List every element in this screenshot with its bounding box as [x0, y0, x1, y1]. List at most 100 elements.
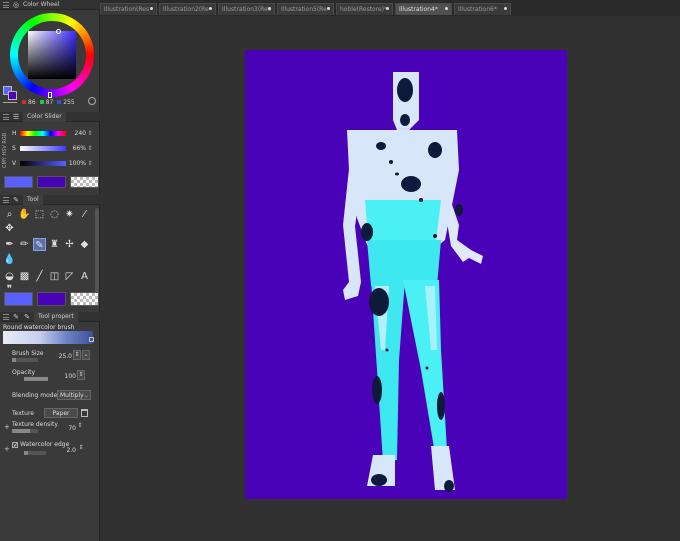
- watercolor-edge-bar[interactable]: [24, 451, 46, 455]
- color-wheel-header[interactable]: ◎ Color Wheel: [0, 0, 100, 10]
- lasso-tool-icon[interactable]: ◌: [48, 208, 61, 221]
- figure-spot: [385, 348, 389, 352]
- frame-tool-icon[interactable]: ◫: [48, 270, 61, 283]
- transparent-swatch-icon[interactable]: [3, 99, 17, 103]
- main-color-swatch[interactable]: [4, 176, 33, 188]
- text-tool-icon[interactable]: A: [78, 270, 91, 283]
- figure-tool-icon[interactable]: ╱: [33, 270, 46, 283]
- trash-icon[interactable]: [81, 409, 88, 417]
- blending-mode-label: Blending mode: [12, 392, 58, 399]
- saturation-spin-icon[interactable]: ⇕: [86, 145, 94, 152]
- brush-size-dropdown-icon[interactable]: ⌄: [82, 350, 90, 360]
- blending-mode-select[interactable]: Multiply ⌄: [57, 390, 91, 400]
- gradient-tool-icon[interactable]: ▩: [18, 270, 31, 283]
- move-tool-icon[interactable]: ✥: [3, 222, 16, 235]
- color-slider-header[interactable]: ☰ Color Slider: [0, 111, 100, 122]
- pencil-tool-icon[interactable]: ✏: [18, 238, 31, 251]
- tab-close-icon[interactable]: [504, 7, 507, 10]
- brush-size-value[interactable]: 25.0: [48, 353, 72, 360]
- tool-main-color-swatch[interactable]: [4, 292, 33, 306]
- transparent-color-swatch[interactable]: [70, 176, 99, 188]
- value-slider-row[interactable]: V 100% ⇕: [12, 158, 100, 168]
- wrench-icon[interactable]: [89, 337, 94, 342]
- panel-grip-icon[interactable]: [3, 196, 9, 203]
- subtool-icon[interactable]: ✎: [23, 313, 31, 321]
- brush-size-spin-icon[interactable]: ⇕: [73, 350, 81, 360]
- tool-sub-color-swatch[interactable]: [37, 292, 66, 306]
- brush-tool-icon[interactable]: ✎: [33, 238, 46, 251]
- figure-spot: [372, 376, 382, 404]
- expand-plus-icon[interactable]: +: [4, 423, 10, 431]
- watercolor-edge-value[interactable]: 2.0: [52, 447, 76, 454]
- hue-slider-row[interactable]: H 240 ⇕: [12, 128, 100, 138]
- hue-spin-icon[interactable]: ⇕: [86, 130, 94, 137]
- opacity-value[interactable]: 100: [52, 373, 76, 380]
- texture-density-bar[interactable]: [12, 429, 38, 433]
- tab-hoble[interactable]: hoble(Restore)*: [336, 3, 393, 15]
- brush-icon: ✎: [13, 195, 19, 204]
- opacity-spin-icon[interactable]: ⇕: [77, 370, 85, 380]
- saturation-slider[interactable]: [20, 145, 66, 151]
- panel-grip-icon[interactable]: [3, 313, 9, 320]
- color-mode-tabs[interactable]: CMY HSV RGB: [2, 124, 10, 168]
- decoration-tool-icon[interactable]: ✢: [63, 238, 76, 251]
- canvas-workspace[interactable]: [100, 16, 680, 541]
- tab-illustration6[interactable]: Illustration6*: [454, 3, 511, 15]
- tab-illustration5[interactable]: Illustration5(Re: [277, 3, 334, 15]
- color-space-icon[interactable]: [88, 97, 96, 105]
- tab-close-icon[interactable]: [150, 7, 153, 10]
- expand-plus-icon[interactable]: +: [4, 445, 10, 453]
- hue-pointer[interactable]: [48, 92, 52, 98]
- opacity-bar[interactable]: [24, 377, 48, 381]
- tool-header[interactable]: ✎ Tool: [0, 194, 100, 205]
- tool-scrollbar[interactable]: [95, 208, 99, 292]
- drawing-canvas[interactable]: [245, 50, 567, 499]
- texture-density-value[interactable]: 70: [52, 425, 76, 432]
- texture-density-spin-icon[interactable]: ⇕: [76, 422, 84, 432]
- hue-slider[interactable]: [20, 130, 66, 136]
- tool-title: Tool: [23, 194, 43, 205]
- sub-color-swatch[interactable]: [37, 176, 66, 188]
- value-slider[interactable]: [20, 160, 66, 166]
- tab-close-icon[interactable]: [445, 7, 448, 10]
- value-spin-icon[interactable]: ⇕: [86, 160, 94, 167]
- eyedropper-tool-icon[interactable]: ⁄: [78, 208, 91, 221]
- blend-tool-icon[interactable]: 💧: [3, 253, 16, 266]
- tab-illustration4[interactable]: Illustration4*: [395, 3, 452, 15]
- tab-close-icon[interactable]: [209, 7, 212, 10]
- tool-transparent-swatch[interactable]: [70, 292, 99, 306]
- ruler-tool-icon[interactable]: ◸: [63, 270, 76, 283]
- eraser-tool-icon[interactable]: ◆: [78, 238, 91, 251]
- select-tool-icon[interactable]: ⬚: [33, 208, 46, 221]
- tab-close-icon[interactable]: [386, 7, 389, 10]
- saturation-slider-row[interactable]: S 66% ⇕: [12, 143, 100, 153]
- panel-grip-icon[interactable]: [3, 113, 9, 120]
- red-value: 86: [22, 99, 36, 106]
- tab-illustration[interactable]: Illustration(Res: [100, 3, 157, 15]
- brush-size-label: Brush Size: [12, 350, 44, 357]
- airbrush-tool-icon[interactable]: ♜: [48, 238, 61, 251]
- fill-tool-icon[interactable]: ◒: [3, 270, 16, 283]
- tab-close-icon[interactable]: [327, 7, 330, 10]
- tab-illustration3[interactable]: Illustration3(Res: [218, 3, 275, 15]
- figure-spot: [419, 198, 423, 202]
- green-value: 87: [39, 99, 53, 106]
- tool-property-header[interactable]: ✎ ✎ Tool propert: [0, 311, 100, 322]
- color-slider-title: Color Slider: [23, 111, 66, 122]
- saturation-value-square[interactable]: [28, 31, 76, 79]
- texture-button[interactable]: Paper: [44, 408, 78, 418]
- watercolor-edge-checkbox[interactable]: ✓: [12, 442, 18, 449]
- chevron-down-icon: ⌄: [83, 391, 89, 399]
- opacity-label: Opacity: [12, 369, 36, 376]
- brush-size-bar[interactable]: [12, 358, 38, 362]
- tab-illustration2[interactable]: Illustration2(Re: [159, 3, 216, 15]
- tab-close-icon[interactable]: [268, 7, 271, 10]
- sv-pointer[interactable]: [56, 29, 61, 34]
- watercolor-edge-spin-icon[interactable]: ⇕: [77, 444, 85, 454]
- hand-tool-icon[interactable]: ✋: [18, 208, 31, 221]
- figure-spot: [361, 223, 373, 241]
- pen-tool-icon[interactable]: ✒: [3, 238, 16, 251]
- zoom-tool-icon[interactable]: ⌕: [3, 208, 16, 221]
- panel-grip-icon[interactable]: [3, 1, 9, 8]
- auto-select-tool-icon[interactable]: ✷: [63, 208, 76, 221]
